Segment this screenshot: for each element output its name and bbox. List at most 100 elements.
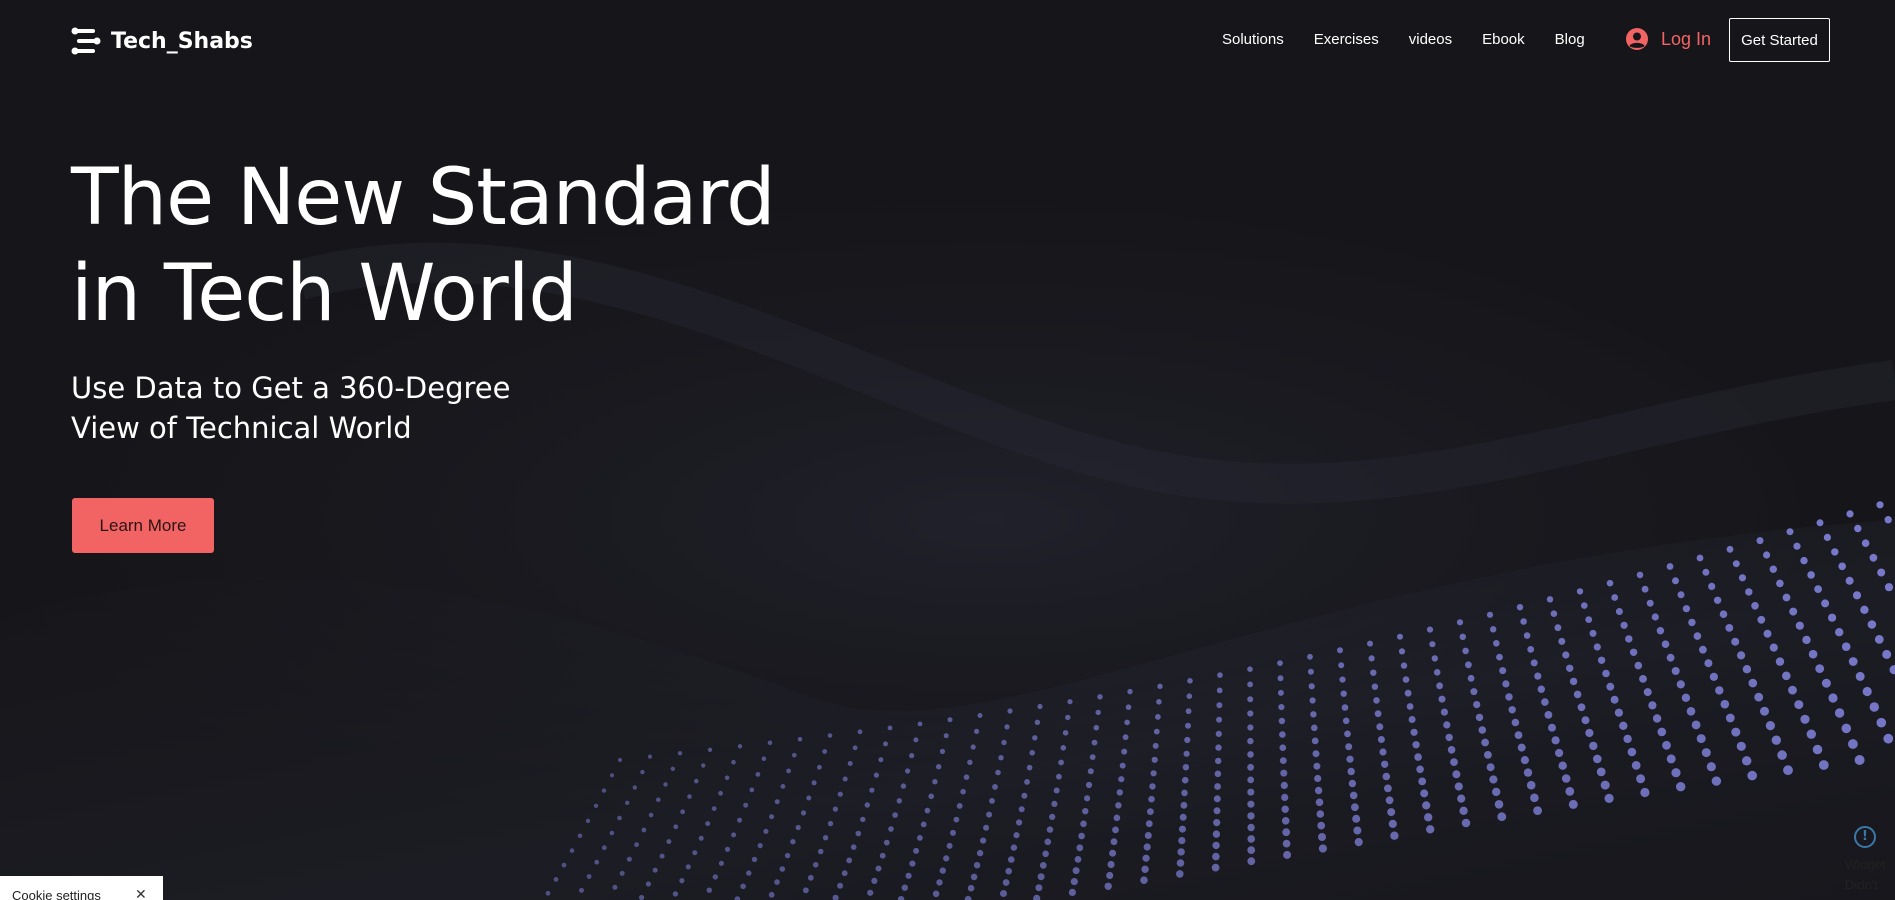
- particle-dot: [1602, 669, 1610, 678]
- particle-dot: [1181, 776, 1189, 784]
- particle-dot: [817, 848, 824, 855]
- particle-dot: [1337, 647, 1343, 654]
- particle-dot: [718, 790, 723, 796]
- particle-dot: [1576, 588, 1584, 595]
- particle-dot: [1636, 774, 1646, 784]
- particle-dot: [1585, 616, 1593, 623]
- particle-dot: [1860, 605, 1869, 614]
- particle-dot: [1475, 713, 1484, 722]
- particle-dot: [774, 799, 780, 805]
- particle-dot: [1037, 873, 1045, 881]
- particle-dot: [1514, 731, 1523, 739]
- particle-dot: [1046, 826, 1054, 833]
- particle-dot: [1676, 782, 1686, 792]
- close-icon[interactable]: ✕: [135, 887, 147, 900]
- particle-dot: [1745, 588, 1753, 596]
- particle-dot: [992, 784, 998, 790]
- particle-dot: [1634, 661, 1643, 670]
- hero-title-line-2: in Tech World: [71, 249, 578, 339]
- particle-dot: [724, 846, 731, 852]
- particle-dot: [1370, 669, 1377, 676]
- particle-dot: [1382, 772, 1391, 781]
- particle-dot: [694, 778, 699, 784]
- cookie-settings-bar[interactable]: Cookie settings ✕: [0, 876, 163, 900]
- particle-dot: [1282, 839, 1291, 848]
- particle-dot: [1177, 848, 1185, 856]
- particle-dot: [1562, 651, 1570, 659]
- particle-dot: [1841, 723, 1852, 734]
- particle-dot: [1247, 696, 1254, 703]
- particle-dot: [731, 832, 737, 838]
- particle-dot: [774, 879, 780, 885]
- particle-dot: [871, 877, 878, 885]
- particle-dot: [1511, 718, 1520, 727]
- particle-dot: [936, 764, 942, 770]
- particle-dot: [1606, 682, 1615, 691]
- particle-dot: [1465, 661, 1472, 669]
- particle-dot: [1593, 643, 1601, 651]
- particle-dot: [1215, 730, 1222, 738]
- particle-dot: [1072, 867, 1080, 875]
- login-link[interactable]: Log In: [1625, 27, 1711, 51]
- nav-item-solutions[interactable]: Solutions: [1222, 31, 1284, 48]
- particle-dot: [1039, 862, 1047, 869]
- particle-dot: [1021, 792, 1028, 799]
- particle-dot: [1738, 574, 1747, 582]
- particle-dot: [900, 783, 907, 789]
- particle-dot: [855, 830, 862, 837]
- particle-dot: [1845, 576, 1854, 585]
- particle-dot: [1867, 620, 1877, 629]
- particle-dot: [706, 887, 712, 893]
- particle-dot: [1247, 751, 1254, 758]
- particle-dot: [1754, 692, 1764, 702]
- particle-dot: [626, 856, 632, 862]
- particle-dot: [1546, 596, 1554, 603]
- particle-dot: [1406, 703, 1414, 710]
- particle-dot: [1812, 744, 1823, 755]
- particle-dot: [1051, 800, 1058, 808]
- nav-item-blog[interactable]: Blog: [1555, 31, 1585, 48]
- particle-dot: [701, 763, 706, 768]
- particle-dot: [1312, 750, 1320, 758]
- particle-dot: [857, 729, 863, 735]
- particle-dot: [909, 860, 916, 867]
- cookie-settings-label[interactable]: Cookie settings: [12, 888, 101, 900]
- particle-dot: [1526, 780, 1536, 790]
- particle-dot: [1346, 755, 1354, 763]
- get-started-button[interactable]: Get Started: [1729, 18, 1830, 62]
- particle-dot: [1032, 735, 1038, 741]
- particle-dot: [680, 809, 685, 815]
- particle-dot: [601, 845, 607, 851]
- particle-dot: [917, 835, 923, 841]
- particle-dot: [1577, 703, 1586, 712]
- particle-dot: [1157, 683, 1163, 689]
- particle-dot: [1074, 856, 1082, 863]
- particle-dot: [946, 842, 953, 849]
- particle-dot: [1499, 667, 1507, 675]
- particle-dot: [973, 862, 981, 869]
- particle-dot: [1155, 714, 1161, 720]
- particle-dot: [1686, 707, 1696, 716]
- particle-dot: [888, 826, 894, 832]
- learn-more-button[interactable]: Learn More: [72, 498, 214, 553]
- nav-item-videos[interactable]: videos: [1409, 31, 1452, 48]
- nav-item-exercises[interactable]: Exercises: [1314, 31, 1379, 48]
- particle-dot: [779, 866, 786, 872]
- particle-dot: [1516, 604, 1524, 611]
- particle-dot: [1176, 859, 1185, 867]
- particle-dot: [1416, 765, 1424, 774]
- particle-dot: [1214, 770, 1222, 778]
- particle-dot: [1247, 846, 1256, 854]
- particle-dot: [1757, 615, 1766, 624]
- particle-dot: [1053, 787, 1060, 794]
- particle-dot: [1377, 736, 1385, 743]
- particle-dot: [995, 769, 1001, 776]
- particle-dot: [892, 812, 898, 818]
- hero-subtitle: Use Data to Get a 360-Degree View of Tec…: [71, 368, 510, 448]
- particle-dot: [817, 764, 822, 770]
- particle-dot: [601, 788, 607, 793]
- logo-link[interactable]: Tech_Shabs: [71, 26, 253, 56]
- particle-dot: [1318, 833, 1326, 841]
- particle-dot: [970, 744, 976, 750]
- nav-item-ebook[interactable]: Ebook: [1482, 31, 1525, 48]
